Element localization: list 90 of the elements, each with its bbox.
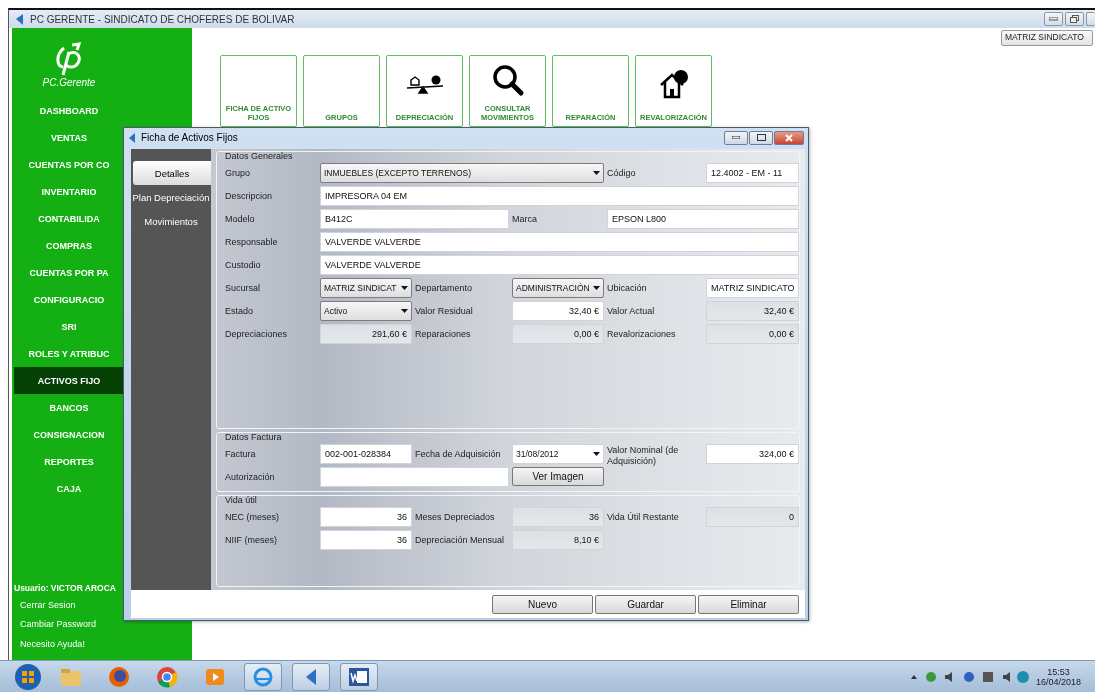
field-label: Departamento (415, 282, 474, 294)
maximize-icon (756, 134, 766, 141)
app-icon (128, 132, 136, 143)
start-icon[interactable] (14, 662, 42, 691)
field-label: Meses Depreciados (415, 511, 496, 523)
logo-icon (54, 42, 84, 76)
view-image-button[interactable]: Ver Imagen (512, 467, 604, 486)
tray-icons[interactable] (908, 669, 1029, 684)
number-field[interactable]: 324,00 € (706, 444, 799, 464)
text-field[interactable]: EPSON L800 (607, 209, 799, 229)
restore-icon (1070, 15, 1079, 23)
dropdown[interactable]: Activo (320, 301, 412, 321)
number-field[interactable]: 36 (320, 530, 412, 550)
section-title: Datos Factura (225, 432, 282, 442)
tab[interactable]: Plan Depreciación (131, 185, 211, 209)
number-field[interactable]: 32,40 € (512, 301, 604, 321)
dropdown[interactable]: INMUEBLES (EXCEPTO TERRENOS) (320, 163, 604, 183)
action-button[interactable]: Eliminar (698, 594, 799, 614)
number-field[interactable]: 36 (320, 507, 412, 527)
readonly-field: 291,60 € (320, 324, 412, 344)
app-icon[interactable] (292, 662, 330, 691)
field-label: Ubicación (607, 282, 648, 294)
field-label: Reparaciones (415, 328, 472, 340)
field-label: Estado (225, 305, 255, 317)
field-label: Valor Residual (415, 305, 474, 317)
text-field[interactable]: VALVERDE VALVERDE (320, 255, 799, 275)
user-name: Usuario: VICTOR AROCA (13, 582, 117, 595)
field-label: Custodio (225, 259, 262, 271)
logo-text: PC.Gerente (42, 77, 96, 88)
readonly-field: 8,10 € (512, 530, 604, 550)
tab[interactable]: Detalles (133, 161, 211, 185)
field-label: NIIF (meses) (225, 534, 278, 546)
field-label: Marca (512, 213, 538, 225)
field-label: Autorización (225, 471, 276, 483)
caret-icon (401, 286, 408, 290)
field-label: Fecha de Adquisición (415, 448, 502, 460)
search-icon (490, 63, 525, 97)
maximize-button[interactable] (749, 130, 773, 145)
field-label: Depreciaciones (225, 328, 289, 340)
dropdown[interactable]: ADMINISTRACIÓN (512, 278, 604, 298)
readonly-field: 32,40 € (706, 301, 799, 321)
clock-date: 16/04/2018 (1035, 676, 1081, 687)
branch-selector[interactable]: MATRIZ SINDICATO (1001, 30, 1093, 46)
caret-icon (593, 286, 600, 290)
app-icon (15, 13, 24, 25)
text-field[interactable]: B412C (320, 209, 509, 229)
minimize-icon (1049, 17, 1058, 21)
field-label: Factura (225, 448, 257, 460)
dialog-title: Ficha de Activos Fijos (141, 132, 238, 143)
field-label: Depreciación Mensual (415, 534, 506, 546)
clock-time: 15:53 (1047, 666, 1070, 677)
field-label: Código (607, 167, 637, 179)
text-field[interactable]: 002-001-028384 (320, 444, 412, 464)
readonly-field: 0,00 € (512, 324, 604, 344)
text-field[interactable] (320, 467, 509, 487)
field-label: Descripcion (225, 190, 274, 202)
scale-icon (404, 74, 445, 95)
close-button[interactable] (774, 130, 804, 145)
field-label: Valor Nominal (de Adquisición) (607, 444, 680, 467)
field-label: Sucursal (225, 282, 261, 294)
caret-icon (593, 452, 600, 456)
caret-icon (593, 171, 600, 175)
window-title: PC GERENTE - SINDICATO DE CHOFERES DE BOLIVAR (30, 13, 295, 25)
field-label: Vida Útil Restante (607, 511, 680, 523)
field-label: Responsable (225, 236, 279, 248)
field-label: Modelo (225, 213, 256, 225)
field-label: Revalorizaciones (607, 328, 677, 340)
minimize-button[interactable] (724, 130, 748, 145)
restore-button[interactable] (1065, 12, 1084, 26)
field-label: Valor Actual (607, 305, 656, 317)
field-label: Grupo (225, 167, 251, 179)
section-title: Datos Generales (225, 151, 293, 161)
close-icon (785, 133, 793, 142)
dropdown[interactable]: MATRIZ SINDICAT (320, 278, 412, 298)
text-field[interactable]: MATRIZ SINDICATO (706, 278, 799, 298)
section-title: Vida útil (225, 495, 257, 505)
minimize-icon (732, 136, 740, 139)
field-label: NEC (meses) (225, 511, 280, 523)
action-button[interactable]: Guardar (595, 594, 696, 614)
close-button[interactable] (1086, 12, 1095, 26)
readonly-field: 36 (512, 507, 604, 527)
caret-icon (401, 309, 408, 313)
action-button[interactable]: Nuevo (492, 594, 593, 614)
date-picker[interactable]: 31/08/2012 (512, 444, 604, 464)
text-field[interactable]: 12.4002 - EM - 11 (706, 163, 799, 183)
tab[interactable]: Movimientos (131, 209, 211, 233)
text-field[interactable]: VALVERDE VALVERDE (320, 232, 799, 252)
text-field[interactable]: IMPRESORA 04 EM (320, 186, 799, 206)
readonly-field: 0,00 € (706, 324, 799, 344)
readonly-field: 0 (706, 507, 799, 527)
